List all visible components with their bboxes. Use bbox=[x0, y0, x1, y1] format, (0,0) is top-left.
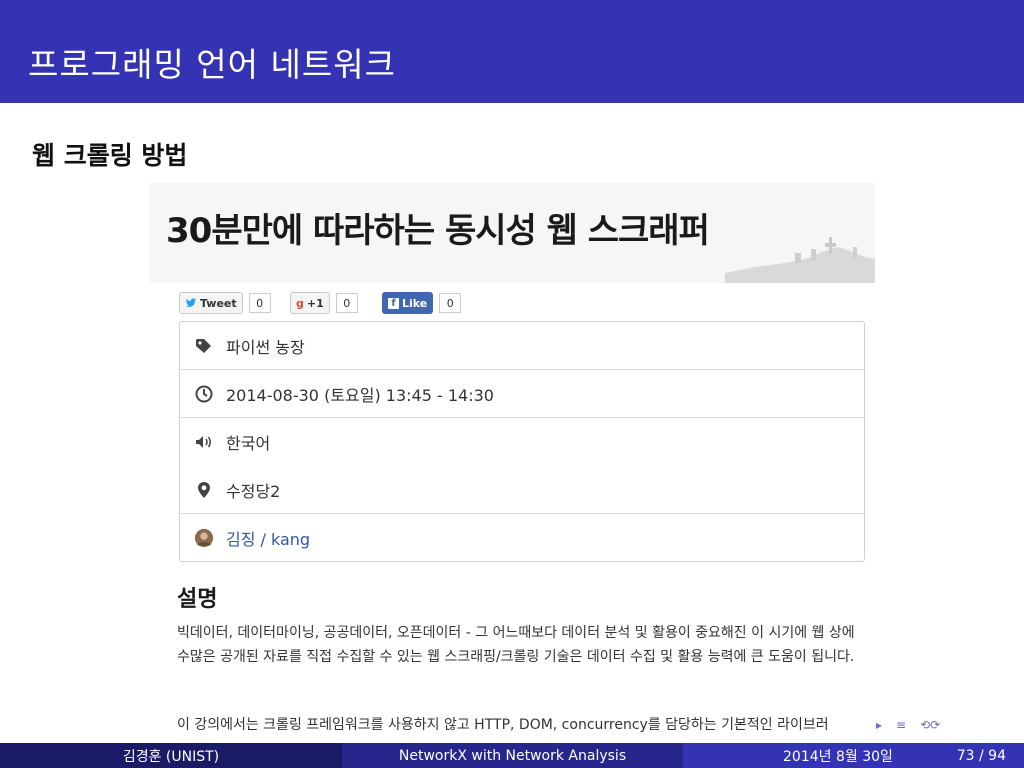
clock-icon bbox=[194, 384, 214, 404]
gplus-label: +1 bbox=[306, 296, 324, 310]
footer-author-cell: 김경훈 (UNIST) bbox=[0, 743, 342, 768]
tweet-widget[interactable]: Tweet 0 bbox=[179, 292, 271, 314]
gplus-button[interactable]: g +1 bbox=[290, 292, 330, 314]
city-skyline-illustration bbox=[725, 237, 875, 283]
footer-date-cell: 2014년 8월 30일 73 / 94 bbox=[683, 743, 1024, 768]
info-row-location: 수정당2 bbox=[180, 466, 864, 514]
like-label: Like bbox=[402, 296, 428, 310]
tweet-count: 0 bbox=[248, 293, 271, 313]
frame-title: 프로그래밍 언어 네트워크 bbox=[28, 45, 396, 84]
info-text-location: 수정당2 bbox=[226, 482, 281, 501]
beamer-navigation-symbols[interactable]: ▸ ≡ ⟲⟳ bbox=[876, 718, 940, 732]
embedded-webpage-screenshot: 30분만에 따라하는 동시성 웹 스크래퍼 Tweet 0 g +1 0 f L… bbox=[150, 183, 875, 739]
footer-date: 2014년 8월 30일 bbox=[783, 748, 893, 765]
like-count: 0 bbox=[439, 293, 462, 313]
info-text-datetime: 2014-08-30 (토요일) 13:45 - 14:30 bbox=[226, 386, 494, 405]
page-banner: 30분만에 따라하는 동시성 웹 스크래퍼 bbox=[150, 183, 875, 283]
slide-footer: 김경훈 (UNIST) NetworkX with Network Analys… bbox=[0, 743, 1024, 768]
gplus-count: 0 bbox=[335, 293, 358, 313]
nav-search-icon[interactable]: ⟲⟳ bbox=[920, 718, 940, 732]
speaker-link[interactable]: 김징 / kang bbox=[226, 526, 310, 550]
footer-author: 김경훈 (UNIST) bbox=[122, 748, 220, 765]
info-row-category: 파이썬 농장 bbox=[180, 322, 864, 370]
nav-section-icon[interactable]: ≡ bbox=[896, 718, 906, 732]
description-paragraph-2: 이 강의에서는 크롤링 프레임워크를 사용하지 않고 HTTP, DOM, co… bbox=[177, 717, 829, 733]
frame-title-bar: 프로그래밍 언어 네트워크 bbox=[0, 0, 1024, 103]
footer-title: NetworkX with Network Analysis bbox=[398, 747, 627, 764]
facebook-icon: f bbox=[388, 297, 399, 309]
description-paragraph: 빅데이터, 데이터마이닝, 공공데이터, 오픈데이터 - 그 어느때보다 데이터… bbox=[177, 625, 855, 665]
nav-right-arrow-icon[interactable]: ▸ bbox=[876, 718, 882, 732]
google-plus-icon: g bbox=[296, 296, 304, 310]
avatar bbox=[194, 528, 214, 548]
slide-subtitle: 웹 크롤링 방법 bbox=[32, 141, 188, 170]
banner-title: 30분만에 따라하는 동시성 웹 스크래퍼 bbox=[166, 211, 710, 251]
info-row-speaker: 김징 / kang bbox=[180, 514, 864, 562]
info-row-language: 한국어 bbox=[180, 418, 864, 466]
like-widget[interactable]: f Like 0 bbox=[382, 292, 462, 314]
tag-icon bbox=[194, 336, 214, 356]
event-info-box: 파이썬 농장 2014-08-30 (토요일) 13:45 - 14:30 한국… bbox=[179, 321, 865, 562]
description-heading: 설명 bbox=[177, 587, 218, 612]
info-text-category[interactable]: 파이썬 농장 bbox=[226, 334, 305, 358]
tweet-button[interactable]: Tweet bbox=[179, 292, 243, 314]
like-button[interactable]: f Like bbox=[382, 292, 434, 314]
footer-title-cell: NetworkX with Network Analysis bbox=[342, 743, 683, 768]
info-row-datetime: 2014-08-30 (토요일) 13:45 - 14:30 bbox=[180, 370, 864, 418]
speaker-icon bbox=[194, 432, 214, 452]
footer-page-number: 73 / 94 bbox=[956, 747, 1006, 764]
info-text-language: 한국어 bbox=[226, 434, 271, 453]
tweet-label: Tweet bbox=[200, 296, 237, 310]
map-pin-icon bbox=[194, 480, 214, 500]
gplus-widget[interactable]: g +1 0 bbox=[290, 292, 358, 314]
twitter-bird-icon bbox=[185, 298, 196, 307]
